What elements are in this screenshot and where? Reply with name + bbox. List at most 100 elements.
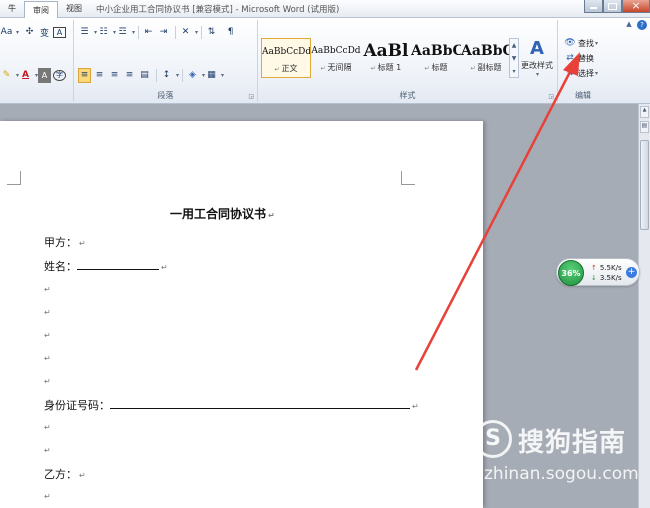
empty-line[interactable]: ↵ (44, 282, 51, 295)
align-left-button[interactable]: ≡ (78, 67, 91, 83)
enclose-char-button[interactable]: 字 (53, 69, 67, 81)
document-title[interactable]: 一用工合同协议书 ↵ (170, 205, 275, 222)
line-spacing-icon[interactable]: ↕ (160, 68, 173, 83)
style-item[interactable]: AaBbC ↵ 副标题 (461, 38, 511, 78)
font-color-button[interactable]: A (19, 68, 32, 83)
highlight-icon[interactable]: ✎ (0, 68, 13, 83)
view-ruler-icon[interactable]: ▤ (640, 121, 649, 133)
document-page[interactable]: 一用工合同协议书 ↵ 甲方： ↵ 姓名： ↵ ↵ ↵ ↵ ↵ ↵ 身份证号码： ↵ ↵ … (0, 121, 483, 508)
empty-line[interactable]: ↵ (44, 351, 51, 364)
document-title-text: 一用工合同协议书 (170, 207, 267, 221)
cursor-icon: ⬉ (566, 68, 574, 78)
multilevel-list-icon[interactable]: ☲ (116, 25, 129, 40)
decrease-indent-icon[interactable]: ⇤ (142, 25, 155, 40)
minimize-button[interactable] (584, 0, 603, 13)
shading-icon[interactable]: ◈ (186, 68, 199, 83)
ribbon-tabs: 牛 审阅 视图 (0, 0, 90, 18)
window-title: 中小企业用工合同协议书 [兼容模式] - Microsoft Word (试用版… (96, 5, 340, 15)
scrollbar-thumb[interactable] (640, 140, 649, 230)
name-blank[interactable] (77, 259, 159, 270)
paragraph-mark: ↵ (44, 285, 51, 294)
usage-percent: 36% (558, 260, 584, 286)
increase-indent-icon[interactable]: ⇥ (157, 25, 170, 40)
maximize-button[interactable] (603, 0, 622, 13)
style-sample: AaBbC (411, 43, 461, 59)
change-styles-icon: A (530, 38, 544, 59)
chevron-down-icon: ▾ (221, 71, 225, 79)
distributed-button[interactable]: ▤ (138, 68, 151, 83)
empty-line[interactable]: ↵ (44, 489, 51, 502)
upload-speed: ↑ 5.5K/s (591, 264, 622, 272)
ribbon: Aa ▾ ✣ 变 A ✎ ▾ A ▾ A 字 ☰ ▾ ☷ ▾ ☲ ▾ ⇤ ⇥ ✕ ▾ ⇅ (0, 18, 650, 104)
show-marks-icon[interactable]: ¶ (224, 25, 237, 40)
select-button[interactable]: ⬉ 选择 ▾ (564, 66, 598, 80)
find-button[interactable]: 👁 查找 ▾ (564, 36, 598, 50)
chevron-down-icon: ▾ (195, 28, 199, 36)
scroll-up-button[interactable]: ▲ (640, 106, 649, 118)
change-case-button[interactable]: Aa (0, 25, 13, 40)
dialog-launcher-icon[interactable]: ◲ (548, 93, 554, 100)
party-b-line[interactable]: 乙方： ↵ (44, 466, 86, 482)
borders-icon[interactable]: ▦ (205, 68, 218, 83)
align-center-button[interactable]: ≡ (93, 68, 106, 83)
style-sample: AaBbCcDd (311, 46, 361, 56)
style-item[interactable]: AaBbC ↵ 标题 (411, 38, 461, 78)
watermark-brand: 搜狗指南 (518, 428, 627, 458)
tab-partial[interactable]: 牛 (0, 0, 24, 18)
name-line[interactable]: 姓名： ↵ (44, 258, 168, 274)
empty-line[interactable]: ↵ (44, 305, 51, 318)
replace-button[interactable]: ⇄ 替换 (564, 51, 594, 65)
close-button[interactable] (622, 0, 650, 13)
ribbon-minimize-icon[interactable]: ▲ (624, 20, 634, 30)
chevron-down-icon: ▾ (595, 69, 599, 77)
numbering-icon[interactable]: ☷ (97, 25, 110, 40)
network-speed-widget[interactable]: 36% ↑ 5.5K/s ↓ 3.5K/s + (556, 258, 640, 286)
style-name: ↵ 正文 (262, 63, 310, 75)
binoculars-icon: 👁 (564, 38, 576, 48)
empty-line[interactable]: ↵ (44, 443, 51, 456)
chinese-layout-icon[interactable]: ✕ (179, 25, 192, 40)
paragraph-group-label: 段落 (157, 91, 174, 100)
empty-line[interactable]: ↵ (44, 374, 51, 387)
watermark-url: zhinan.sogou.com (484, 464, 639, 484)
phonetic-guide-button[interactable]: ✣ (23, 25, 36, 40)
style-item[interactable]: AaBbCcDd ↵ 正文 (261, 38, 311, 78)
paragraph-mark: ↵ (44, 354, 51, 363)
empty-line[interactable]: ↵ (44, 420, 51, 433)
character-border-button[interactable]: 变 (38, 25, 51, 40)
style-name: ↵ 副标题 (461, 62, 511, 74)
style-item[interactable]: AaBbCcDd ↵ 无间隔 (311, 38, 361, 78)
style-item[interactable]: AaBl ↵ 标题 1 (361, 38, 411, 78)
paragraph-mark: ↵ (44, 423, 51, 432)
party-a-line[interactable]: 甲方： ↵ (44, 234, 86, 250)
tab-review[interactable]: 审阅 (24, 1, 58, 18)
bullets-icon[interactable]: ☰ (78, 25, 91, 40)
sogou-logo (474, 420, 512, 458)
style-gallery: AaBbCcDd ↵ 正文 AaBbCcDd ↵ 无间隔 AaBl ↵ 标题 1 AaBbC… (261, 38, 519, 80)
chevron-down-icon: ▾ (535, 71, 539, 78)
chevron-down-icon: ▾ (595, 39, 599, 47)
change-styles-button[interactable]: A 更改样式 ▾ (520, 38, 554, 78)
gallery-scroll[interactable]: ▲ ▼ ▾ (509, 38, 519, 78)
justify-button[interactable]: ≡ (123, 68, 136, 83)
divider (201, 25, 203, 39)
name-label: 姓名： (44, 260, 77, 273)
widget-plus-button[interactable]: + (626, 267, 637, 278)
dialog-launcher-icon[interactable]: ◲ (248, 93, 254, 100)
divider (182, 68, 184, 82)
char-shading-button[interactable]: A (38, 67, 52, 83)
empty-line[interactable]: ↵ (44, 328, 51, 341)
help-icon[interactable]: ? (637, 20, 647, 30)
char-border-box-button[interactable]: A (53, 26, 67, 38)
align-right-button[interactable]: ≡ (108, 68, 121, 83)
divider (138, 25, 140, 39)
tab-view[interactable]: 视图 (58, 0, 90, 18)
download-speed: ↓ 3.5K/s (591, 274, 622, 282)
id-number-line[interactable]: 身份证号码： ↵ (44, 397, 419, 413)
id-number-blank[interactable] (110, 398, 410, 409)
style-name: ↵ 无间隔 (311, 62, 361, 74)
sort-icon[interactable]: ⇅ (205, 25, 218, 40)
chevron-down-icon: ▾ (16, 28, 20, 36)
style-name-text: 标题 1 (377, 63, 402, 72)
paragraph-mark-icon: ↵ (370, 65, 378, 72)
